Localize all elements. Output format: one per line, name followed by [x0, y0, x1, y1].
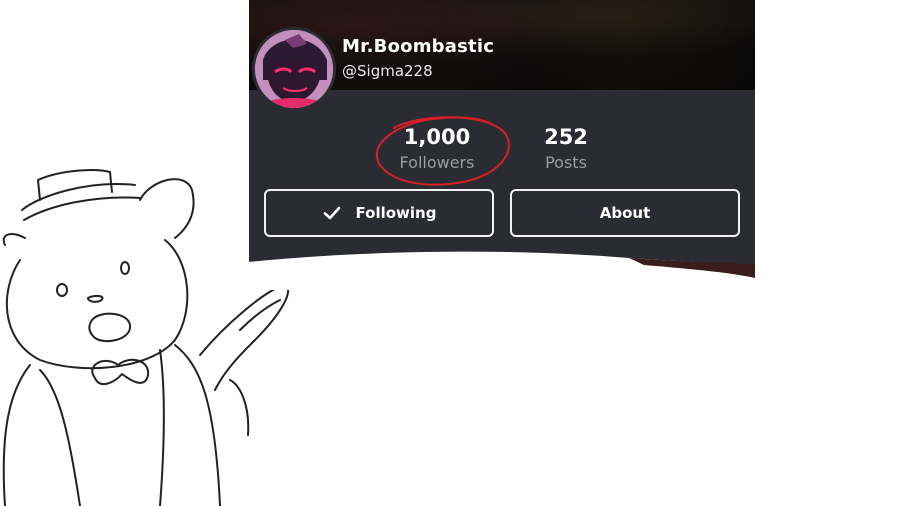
avatar[interactable] — [252, 27, 336, 111]
about-label: About — [599, 204, 651, 222]
avatar-image — [255, 30, 333, 108]
posts-stat[interactable]: 252 Posts — [521, 124, 611, 176]
card-bottom-edge — [249, 251, 755, 290]
annotation-circle — [375, 116, 510, 186]
about-button[interactable]: About — [510, 189, 740, 237]
screen: Mr.Boombastic @Sigma228 1,000 Followers … — [0, 0, 900, 506]
user-handle: @Sigma228 — [342, 62, 433, 80]
following-label: Following — [355, 204, 437, 222]
posts-count: 252 — [544, 125, 588, 149]
posts-label: Posts — [545, 153, 587, 172]
following-button[interactable]: Following — [264, 189, 494, 237]
display-name: Mr.Boombastic — [342, 36, 495, 57]
checkmark-icon — [323, 206, 340, 220]
